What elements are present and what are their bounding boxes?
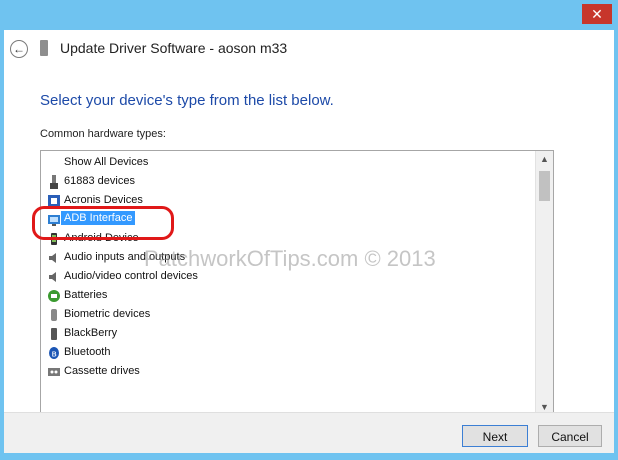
list-item-label: Show All Devices: [64, 156, 149, 168]
dialog-footer: Next Cancel: [4, 412, 614, 453]
cancel-button[interactable]: Cancel: [538, 425, 602, 447]
list-item-label: Batteries: [64, 289, 108, 301]
red-highlight-annotation: [32, 206, 174, 240]
scroll-thumb[interactable]: [539, 171, 550, 201]
fingerprint-icon: [47, 308, 61, 322]
list-item-label: 61883 devices: [64, 175, 135, 187]
list-item-label: Cassette drives: [64, 365, 140, 377]
list-item[interactable]: Show All Devices: [41, 153, 535, 172]
usb-device-icon: [47, 175, 61, 189]
close-button[interactable]: ✕: [582, 4, 612, 24]
list-label: Common hardware types:: [40, 128, 166, 140]
battery-icon: [47, 289, 61, 303]
list-item[interactable]: Batteries: [41, 286, 535, 305]
scroll-up-arrow[interactable]: ▲: [536, 151, 553, 167]
list-item-label: Biometric devices: [64, 308, 151, 320]
page-heading: Select your device's type from the list …: [40, 92, 334, 109]
list-item[interactable]: Biometric devices: [41, 305, 535, 324]
back-button[interactable]: ←: [10, 40, 28, 58]
device-icon: [40, 40, 48, 56]
list-item[interactable]: Cassette drives: [41, 362, 535, 381]
list-item-label: Acronis Devices: [64, 194, 143, 206]
list-item[interactable]: ʙ Bluetooth: [41, 343, 535, 362]
next-button[interactable]: Next: [462, 425, 528, 447]
list-item[interactable]: BlackBerry: [41, 324, 535, 343]
bluetooth-icon: ʙ: [47, 346, 61, 360]
vertical-scrollbar[interactable]: ▲ ▼: [535, 151, 553, 415]
phone-icon: [47, 327, 61, 341]
svg-text:ʙ: ʙ: [52, 350, 57, 360]
list-item[interactable]: 61883 devices: [41, 172, 535, 191]
cassette-icon: [47, 365, 61, 379]
speaker-icon: [47, 251, 61, 265]
arrow-left-icon: ←: [13, 42, 25, 56]
speaker-icon: [47, 270, 61, 284]
dialog-body: ← Update Driver Software - aoson m33 Sel…: [4, 30, 614, 452]
dialog-title: Update Driver Software - aoson m33: [60, 40, 288, 56]
watermark-text: PatchworkOfTips.com © 2013: [144, 246, 436, 271]
list-item-label: BlackBerry: [64, 327, 118, 339]
list-item-label: Bluetooth: [64, 346, 111, 358]
window-titlebar[interactable]: ✕: [0, 0, 618, 30]
hardware-types-list[interactable]: Show All Devices 61883 devices Acronis Dev…: [40, 150, 554, 416]
